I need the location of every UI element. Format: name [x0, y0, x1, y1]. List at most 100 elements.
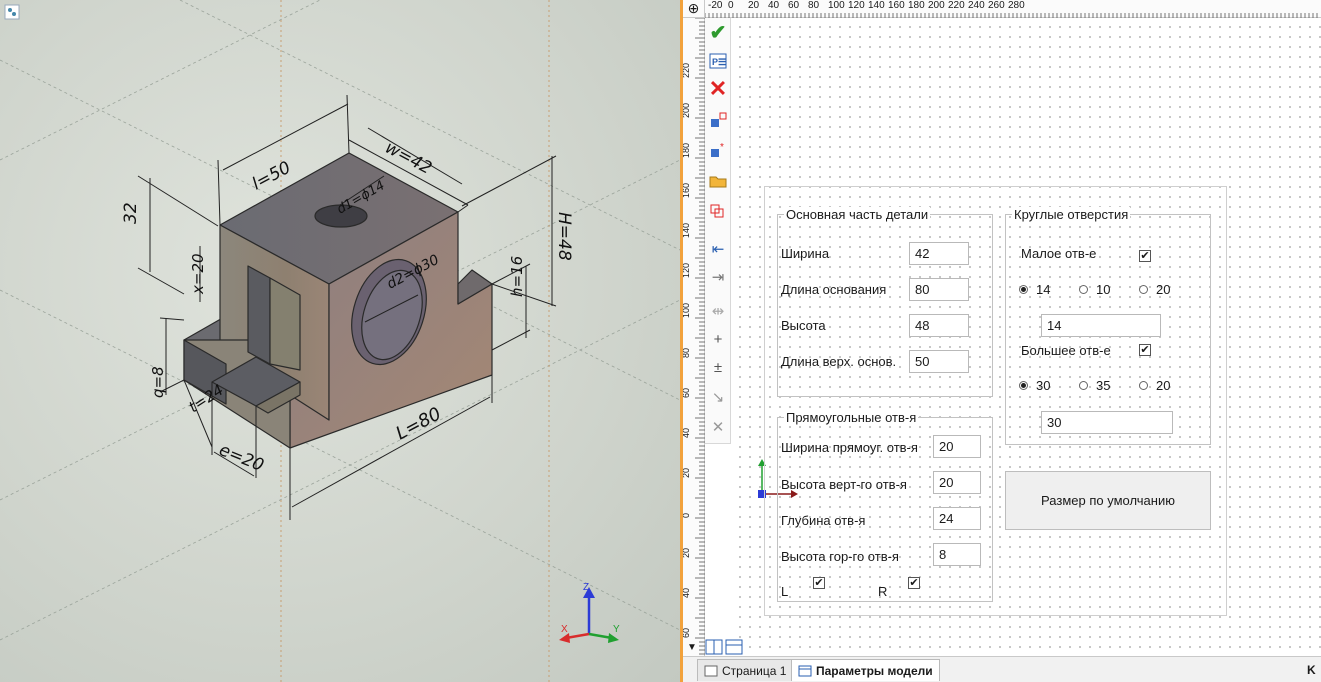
ruler-left-label: 20	[683, 467, 691, 478]
move-icon[interactable]: ⊕	[683, 0, 705, 18]
ruler-left-label: 60	[683, 387, 691, 398]
align-left-icon[interactable]: ⇤	[707, 238, 729, 260]
width-input[interactable]: 42	[909, 242, 969, 265]
view-mode-buttons	[705, 638, 745, 656]
top-base-length-label: Длина верх. основ.	[781, 354, 897, 369]
large-hole-radio-30[interactable]: 30	[1019, 378, 1050, 393]
ruler-top-label: 240	[968, 0, 985, 11]
ruler-left-label: 20	[683, 547, 691, 558]
left-checkbox[interactable]: ✔	[813, 577, 825, 589]
large-hole-label: Большее отв-е	[1021, 343, 1111, 358]
small-hole-radio-10[interactable]: 10	[1079, 282, 1110, 297]
ruler-left-label: 80	[683, 347, 691, 358]
hole-depth-input[interactable]: 24	[933, 507, 981, 530]
cancel-cross-icon[interactable]: ✕	[707, 78, 729, 100]
add-vertical-icon[interactable]: +	[707, 328, 729, 350]
tree-toggle-icon[interactable]	[4, 4, 20, 20]
large-hole-option-20: 20	[1156, 378, 1171, 393]
dim-e-label: e=20	[216, 440, 266, 476]
small-hole-radio-20[interactable]: 20	[1139, 282, 1170, 297]
vert-hole-height-label: Высота верт-го отв-я	[781, 477, 907, 492]
dim-x-label: x=20	[189, 253, 207, 295]
rect-holes-group-title: Прямоугольные отв-я	[784, 410, 919, 425]
dim-H-label: H=48	[554, 212, 574, 261]
left-check-label: L	[781, 584, 789, 599]
vert-hole-height-input[interactable]: 20	[933, 471, 981, 494]
ruler-horizontal: -20 0 20 40 60 80 100 120 140 160 180 200 220 240 260 2…	[705, 0, 1321, 18]
open-folder-icon[interactable]	[707, 170, 729, 192]
single-view-icon[interactable]	[725, 639, 743, 655]
height-input[interactable]: 48	[909, 314, 969, 337]
small-hole-checkbox[interactable]: ✔	[1139, 250, 1151, 262]
ruler-top-label: 220	[948, 0, 965, 11]
radio-dot-icon	[1139, 285, 1148, 294]
form-icon	[798, 665, 812, 676]
ruler-top-label: 160	[888, 0, 905, 11]
add-horizontal-icon[interactable]: ±	[707, 356, 729, 378]
delete-cross-icon[interactable]: ✕	[707, 416, 729, 438]
tab-scroll-end[interactable]: K	[1301, 659, 1321, 681]
right-checkbox[interactable]: ✔	[908, 577, 920, 589]
radio-dot-icon	[1019, 381, 1028, 390]
rect-width-label: Ширина прямоуг. отв-я	[781, 440, 918, 455]
ruler-left-label: 220	[683, 62, 691, 78]
axis-y-label: Y	[613, 624, 620, 635]
tab-page-1[interactable]: Страница 1	[697, 659, 794, 681]
model-parameters-form: Основная часть детали Ширина 42 Длина ос…	[764, 186, 1227, 616]
large-hole-option-35: 35	[1096, 378, 1111, 393]
default-size-button[interactable]: Размер по умолчанию	[1005, 471, 1211, 530]
tab-model-params[interactable]: Параметры модели	[791, 659, 940, 681]
width-label: Ширина	[781, 246, 830, 261]
round-holes-group-title: Круглые отверстия	[1012, 207, 1131, 222]
small-hole-radio-14[interactable]: 14	[1019, 282, 1050, 297]
large-hole-checkbox[interactable]: ✔	[1139, 344, 1151, 356]
radio-dot-icon	[1019, 285, 1028, 294]
form-designer: ⊕ -20 0 20 40 60 80 100 120 140 160 180 200 220 240 26…	[683, 0, 1321, 682]
top-base-length-input[interactable]: 50	[909, 350, 969, 373]
page-icon	[704, 665, 718, 676]
small-hole-option-10: 10	[1096, 282, 1111, 297]
params-editor-icon[interactable]: P☰	[707, 50, 729, 72]
part-model	[183, 152, 493, 449]
copy-body-icon[interactable]	[707, 200, 729, 222]
scroll-down-icon[interactable]: ▼	[687, 642, 697, 653]
right-check-label: R	[878, 584, 888, 599]
ruler-top-label: 20	[748, 0, 760, 11]
ruler-left-label: 40	[683, 427, 691, 438]
dim-q-label: q=8	[149, 366, 167, 398]
ruler-top-label: 280	[1008, 0, 1025, 11]
ruler-left-label: 180	[683, 142, 691, 158]
rect-width-input[interactable]: 20	[933, 435, 981, 458]
dim-L-label: L=80	[392, 403, 444, 444]
hole-depth-label: Глубина отв-я	[781, 513, 866, 528]
ruler-left-label: 100	[683, 302, 691, 318]
align-right-icon[interactable]: ⇥	[707, 266, 729, 288]
large-hole-radio-35[interactable]: 35	[1079, 378, 1110, 393]
base-length-input[interactable]: 80	[909, 278, 969, 301]
radio-dot-icon	[1139, 381, 1148, 390]
ruler-top-label: 260	[988, 0, 1005, 11]
insert-body-icon[interactable]: *	[707, 140, 729, 162]
large-hole-input[interactable]: 30	[1041, 411, 1173, 434]
ruler-top-label: 140	[868, 0, 885, 11]
radio-dot-icon	[1079, 285, 1088, 294]
ruler-top-label: -20	[708, 0, 723, 11]
snap-icon[interactable]: ↘	[707, 386, 729, 408]
axis-x-label: X	[561, 624, 568, 635]
ruler-vertical: 22020018016014012010080604020020406080	[683, 18, 705, 678]
large-hole-radio-20[interactable]: 20	[1139, 378, 1170, 393]
small-hole-input[interactable]: 14	[1041, 314, 1161, 337]
ruler-top-label: 100	[828, 0, 845, 11]
3d-viewport[interactable]: l=50 w=42 d1=ϕ14 d2=ϕ30 32 x=20 h=16 H=4…	[0, 0, 680, 682]
svg-text:P☰: P☰	[712, 57, 726, 67]
model-scene: l=50 w=42 d1=ϕ14 d2=ϕ30 32 x=20 h=16 H=4…	[0, 0, 680, 682]
apply-check-icon[interactable]: ✔	[707, 22, 729, 44]
ruler-left-label: 40	[683, 587, 691, 598]
add-body-icon[interactable]	[707, 110, 729, 132]
hor-hole-height-input[interactable]: 8	[933, 543, 981, 566]
ruler-left-label: 140	[683, 222, 691, 238]
ruler-left-label: 60	[683, 627, 691, 638]
tab-bar: Страница 1 Параметры модели K	[683, 656, 1321, 682]
design-canvas[interactable]: Основная часть детали Ширина 42 Длина ос…	[731, 18, 1321, 656]
distribute-icon[interactable]: ⇹	[707, 300, 729, 322]
